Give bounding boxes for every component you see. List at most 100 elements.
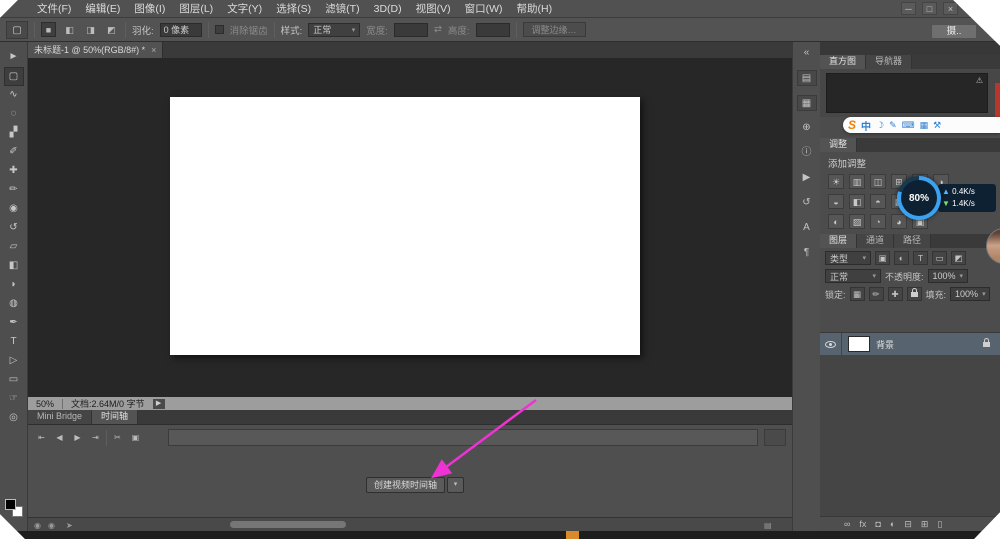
- eraser-tool[interactable]: ▱: [4, 238, 24, 257]
- brightness-contrast-icon[interactable]: ☀: [828, 174, 844, 189]
- refine-edge-button[interactable]: 调整边缘…: [522, 22, 586, 37]
- levels-icon[interactable]: ▥: [849, 174, 865, 189]
- screen-capture-button[interactable]: 摄..: [931, 24, 977, 39]
- layer-row-background[interactable]: 背景: [820, 333, 1000, 355]
- menu-filter[interactable]: 滤镜(T): [318, 0, 366, 18]
- taskbar-app-highlight[interactable]: [566, 531, 579, 539]
- info-panel-icon[interactable]: ⓘ: [797, 145, 817, 161]
- actions-panel-icon[interactable]: ▶: [797, 170, 817, 186]
- first-frame-icon[interactable]: ⇤: [34, 431, 49, 445]
- color-swatches[interactable]: [4, 499, 23, 517]
- style-select[interactable]: 正常 ▾: [308, 22, 361, 37]
- threshold-icon[interactable]: ◔: [870, 214, 886, 229]
- tab-mini-bridge[interactable]: Mini Bridge: [28, 410, 93, 424]
- zoom-level[interactable]: 50%: [36, 399, 54, 409]
- blur-tool[interactable]: ◗: [4, 276, 24, 295]
- filter-type-select[interactable]: 类型 ▾: [825, 251, 871, 265]
- add-selection-icon[interactable]: ◧: [62, 22, 77, 37]
- wrench-icon[interactable]: ⚒: [933, 120, 941, 131]
- paragraph-panel-icon[interactable]: ¶: [797, 245, 817, 261]
- selective-color-icon[interactable]: ◕: [891, 214, 907, 229]
- ime-language-toggle[interactable]: 中: [861, 118, 871, 133]
- minimize-button[interactable]: ─: [901, 2, 916, 15]
- blend-mode-select[interactable]: 正常 ▾: [825, 269, 881, 283]
- lock-position-icon[interactable]: ✚: [887, 287, 903, 301]
- canvas-pasteboard[interactable]: [28, 58, 792, 397]
- menu-view[interactable]: 视图(V): [409, 0, 458, 18]
- antialias-checkbox[interactable]: [214, 25, 224, 34]
- color-balance-icon[interactable]: ◒: [828, 194, 844, 209]
- menu-window[interactable]: 窗口(W): [458, 0, 510, 18]
- fill-select[interactable]: 100% ▾: [950, 287, 991, 301]
- repeat-icon[interactable]: ◉: [48, 521, 55, 530]
- loop-icon[interactable]: ◉: [34, 521, 41, 530]
- horizontal-scrollbar-thumb[interactable]: [230, 521, 346, 528]
- scissors-icon[interactable]: ✂: [110, 431, 125, 445]
- play-icon[interactable]: ▶: [70, 431, 85, 445]
- moon-icon[interactable]: ☽: [876, 120, 884, 131]
- filter-pixel-layers-icon[interactable]: ▣: [875, 251, 890, 265]
- timeline-track-end[interactable]: [764, 429, 786, 446]
- tab-navigator[interactable]: 导航器: [866, 55, 913, 69]
- timeline-track-area[interactable]: [168, 429, 758, 446]
- eyedropper-tool[interactable]: ✐: [4, 143, 24, 162]
- close-button[interactable]: ×: [943, 2, 958, 15]
- document-tab[interactable]: 未标题-1 @ 50%(RGB/8#) * ×: [28, 42, 164, 58]
- layers-list[interactable]: 背景: [820, 332, 1000, 516]
- frame-icon[interactable]: ▣: [128, 431, 143, 445]
- width-input[interactable]: [393, 22, 428, 37]
- tab-adjustments[interactable]: 调整: [820, 138, 858, 152]
- keyboard-icon[interactable]: ⌨: [902, 120, 915, 131]
- tab-channels[interactable]: 通道: [857, 234, 895, 248]
- filter-shape-layers-icon[interactable]: ▭: [932, 251, 947, 265]
- collapse-dock-icon[interactable]: «: [797, 45, 817, 61]
- menu-type[interactable]: 文字(Y): [220, 0, 269, 18]
- new-layer-icon[interactable]: ⊞: [921, 518, 929, 531]
- crop-tool[interactable]: ▞: [4, 124, 24, 143]
- menu-3d[interactable]: 3D(D): [367, 0, 409, 18]
- history-brush-tool[interactable]: ↺: [4, 219, 24, 238]
- lock-image-icon[interactable]: ✏: [868, 287, 884, 301]
- move-tool[interactable]: ►: [4, 48, 24, 67]
- filter-smart-objects-icon[interactable]: ◩: [951, 251, 966, 265]
- height-input[interactable]: [475, 22, 510, 37]
- shape-tool[interactable]: ▭: [4, 371, 24, 390]
- black-white-icon[interactable]: ◧: [849, 194, 865, 209]
- new-group-icon[interactable]: ⊟: [904, 518, 912, 531]
- healing-brush-tool[interactable]: ✚: [4, 162, 24, 181]
- photo-filter-icon[interactable]: ◓: [870, 194, 886, 209]
- pen-icon[interactable]: ✎: [889, 120, 897, 131]
- panel-corner-icon[interactable]: ▤: [764, 521, 772, 530]
- clone-source-panel-icon[interactable]: ⊕: [797, 120, 817, 136]
- flow-arrow-icon[interactable]: ➤: [66, 521, 73, 530]
- lock-transparency-icon[interactable]: ▦: [849, 287, 865, 301]
- network-speed-ball[interactable]: 80%: [897, 176, 941, 220]
- current-tool-icon[interactable]: ▢: [6, 20, 28, 39]
- warning-icon[interactable]: ⚠: [976, 76, 983, 85]
- clone-stamp-tool[interactable]: ◉: [4, 200, 24, 219]
- status-popup-icon[interactable]: ▶: [152, 398, 165, 409]
- foreground-color-swatch[interactable]: [4, 499, 16, 510]
- path-selection-tool[interactable]: ▷: [4, 352, 24, 371]
- opacity-select[interactable]: 100% ▾: [927, 269, 968, 283]
- character-panel-icon[interactable]: A: [797, 220, 817, 236]
- intersect-selection-icon[interactable]: ◩: [104, 22, 119, 37]
- zoom-tool[interactable]: ◎: [4, 409, 24, 428]
- document-close-icon[interactable]: ×: [151, 43, 156, 58]
- create-timeline-dropdown[interactable]: ▾: [447, 477, 465, 493]
- gradient-tool[interactable]: ◧: [4, 257, 24, 276]
- new-adjustment-layer-icon[interactable]: ◐: [890, 518, 895, 531]
- history-panel-icon[interactable]: ↺: [797, 195, 817, 211]
- document-canvas[interactable]: [170, 97, 640, 355]
- link-layers-icon[interactable]: ∞: [844, 518, 850, 531]
- posterize-icon[interactable]: ▨: [849, 214, 865, 229]
- tab-timeline[interactable]: 时间轴: [92, 410, 139, 424]
- pen-tool[interactable]: ✒: [4, 314, 24, 333]
- hand-tool[interactable]: ☞: [4, 390, 24, 409]
- network-speed-chip[interactable]: ▲ 0.4K/s ▼ 1.4K/s: [938, 184, 996, 212]
- lock-all-icon[interactable]: [906, 287, 922, 301]
- menu-edit[interactable]: 编辑(E): [78, 0, 127, 18]
- tab-paths[interactable]: 路径: [894, 234, 932, 248]
- invert-icon[interactable]: ◐: [828, 214, 844, 229]
- filter-type-layers-icon[interactable]: T: [913, 251, 928, 265]
